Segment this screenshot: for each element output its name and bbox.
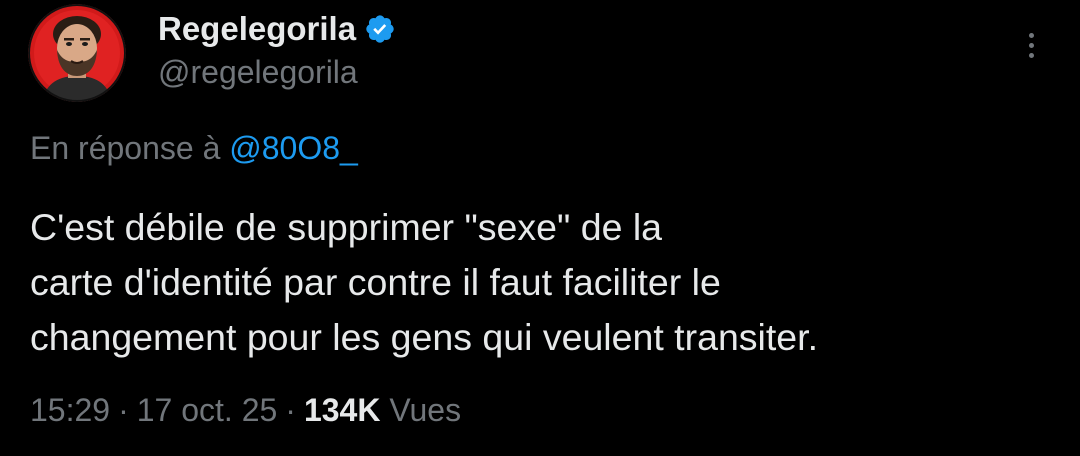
tweet-detail: Regelegorila @regelegorila En réponse à … — [0, 0, 1080, 456]
verified-badge-icon — [364, 13, 396, 45]
tweet-text-line: C'est débile de supprimer "sexe" de la — [30, 206, 663, 248]
more-vertical-icon — [1028, 32, 1034, 38]
views-label: Vues — [389, 392, 462, 428]
more-vertical-icon-dot — [1028, 42, 1034, 48]
name-row: Regelegorila — [158, 8, 396, 50]
author-display-name[interactable]: Regelegorila — [158, 10, 356, 48]
reply-target-link[interactable]: @80O8_ — [229, 130, 358, 166]
meta-separator: · — [118, 392, 129, 428]
views-count[interactable]: 134K — [304, 392, 381, 428]
tweet-time[interactable]: 15:29 — [30, 392, 110, 428]
tweet-text-line: carte d'identité par contre il faut faci… — [30, 261, 721, 303]
tweet-text: C'est débile de supprimer "sexe" de la c… — [30, 200, 1050, 365]
reply-prefix: En réponse à — [30, 130, 221, 166]
cartoon-bearded-man-avatar-icon — [28, 4, 126, 102]
tweet-date[interactable]: 17 oct. 25 — [137, 392, 278, 428]
tweet-meta: 15:29 · 17 oct. 25 · 134K Vues — [30, 392, 461, 429]
more-vertical-icon-dot — [1028, 52, 1034, 58]
reply-context: En réponse à @80O8_ — [30, 130, 358, 167]
author-identity: Regelegorila @regelegorila — [158, 8, 396, 91]
meta-separator: · — [285, 392, 296, 428]
more-options-button[interactable] — [1014, 28, 1048, 62]
author-handle[interactable]: @regelegorila — [158, 54, 396, 91]
tweet-text-line: changement pour les gens qui veulent tra… — [30, 316, 818, 358]
avatar[interactable] — [28, 4, 126, 102]
